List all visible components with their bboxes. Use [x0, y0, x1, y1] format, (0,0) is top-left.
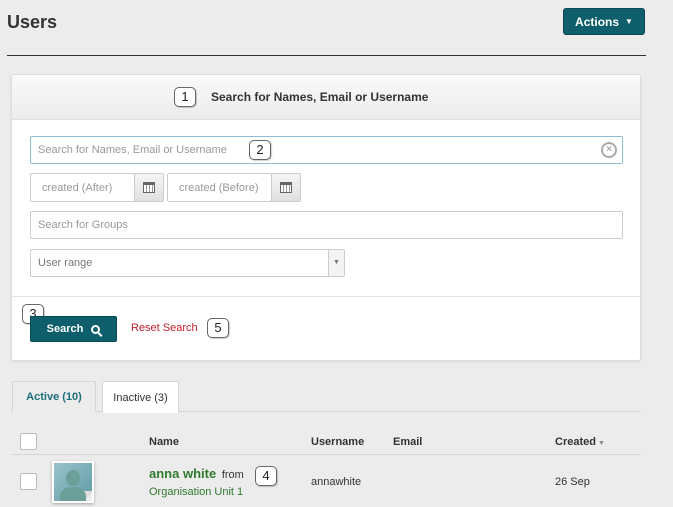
- calendar-icon: [280, 182, 292, 193]
- user-username: annawhite: [311, 476, 362, 488]
- column-header-email[interactable]: Email: [393, 436, 422, 448]
- groups-placeholder: Search for Groups: [38, 219, 128, 231]
- row-checkbox[interactable]: [20, 473, 37, 490]
- select-all-checkbox[interactable]: [20, 433, 37, 450]
- table-header-divider: [11, 454, 641, 455]
- user-organisation-link[interactable]: Organisation Unit 1: [149, 486, 243, 498]
- search-panel: 1 Search for Names, Email or Username Se…: [11, 74, 641, 361]
- user-name: anna white: [149, 466, 217, 481]
- clear-icon[interactable]: ×: [601, 142, 617, 158]
- search-panel-heading: Search for Names, Email or Username: [211, 90, 429, 104]
- callout-1: 1: [174, 87, 196, 107]
- tab-inactive[interactable]: Inactive (3): [102, 381, 179, 413]
- column-header-created[interactable]: Created ▼: [555, 436, 605, 448]
- reset-search-link[interactable]: Reset Search: [131, 322, 198, 334]
- panel-footer-divider: [12, 296, 640, 297]
- search-input[interactable]: Search for Names, Email or Username ×: [30, 136, 623, 164]
- user-range-value: User range: [38, 257, 93, 269]
- user-created: 26 Sep: [555, 476, 590, 488]
- user-from-text: from: [221, 469, 244, 481]
- avatar-icon[interactable]: [52, 461, 94, 503]
- created-after-calendar-button[interactable]: [134, 173, 164, 202]
- created-before-field[interactable]: created (Before): [167, 173, 272, 202]
- user-name-link[interactable]: anna white from: [149, 466, 244, 481]
- actions-label: Actions: [575, 14, 620, 29]
- callout-5: 5: [207, 318, 229, 338]
- search-button-label: Search: [46, 323, 84, 335]
- created-after-field[interactable]: created (After): [30, 173, 137, 202]
- user-range-select[interactable]: User range ▼: [30, 249, 345, 277]
- title-divider: [7, 55, 646, 56]
- search-panel-header: 1 Search for Names, Email or Username: [12, 75, 640, 120]
- search-input-placeholder: Search for Names, Email or Username: [38, 144, 227, 156]
- groups-search-input[interactable]: Search for Groups: [30, 211, 623, 239]
- column-header-name[interactable]: Name: [149, 436, 179, 448]
- avatar-fold: [82, 491, 92, 501]
- callout-4: 4: [255, 466, 277, 486]
- tab-active[interactable]: Active (10): [12, 381, 96, 412]
- select-arrow-icon: ▼: [328, 250, 344, 276]
- page-title: Users: [7, 12, 58, 32]
- search-button[interactable]: Search: [30, 316, 117, 342]
- caret-down-icon: ▼: [625, 17, 633, 26]
- magnifier-icon: [91, 324, 101, 334]
- column-header-username[interactable]: Username: [311, 436, 364, 448]
- created-before-placeholder: created (Before): [179, 181, 259, 194]
- created-before-calendar-button[interactable]: [271, 173, 301, 202]
- created-header-label: Created: [555, 436, 596, 448]
- created-after-placeholder: created (After): [42, 181, 113, 194]
- callout-2: 2: [249, 140, 271, 160]
- calendar-icon: [143, 182, 155, 193]
- sort-down-icon: ▼: [597, 440, 605, 447]
- actions-button[interactable]: Actions ▼: [563, 8, 645, 35]
